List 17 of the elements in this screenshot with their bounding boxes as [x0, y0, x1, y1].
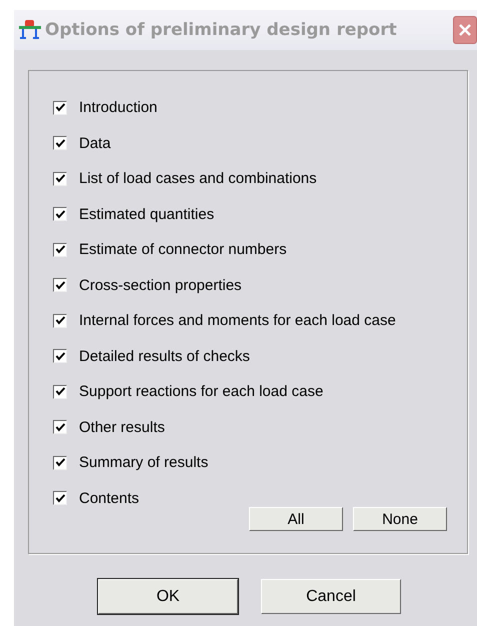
option-label: Estimate of connector numbers — [79, 241, 287, 258]
option-label: Introduction — [79, 99, 158, 116]
option-label: Support reactions for each load case — [79, 383, 324, 400]
option-label: Detailed results of checks — [79, 348, 250, 365]
dialog-button[interactable]: OK — [98, 579, 238, 614]
option-label: List of load cases and combinations — [79, 170, 317, 188]
select-button[interactable]: All — [249, 507, 343, 531]
option-label: Summary of results — [79, 454, 208, 472]
option-label: Contents — [79, 490, 140, 507]
option-label: Estimated quantities — [79, 206, 214, 223]
option-label: Internal forces and moments for each load case — [79, 312, 396, 330]
dialog-button[interactable]: Cancel — [261, 579, 401, 614]
window-title: Options of preliminary design report — [45, 20, 397, 40]
option-label: Cross-section properties — [79, 276, 242, 294]
option-label: Data — [79, 134, 111, 152]
select-button[interactable]: None — [353, 507, 447, 531]
option-label: Other results — [79, 418, 165, 436]
